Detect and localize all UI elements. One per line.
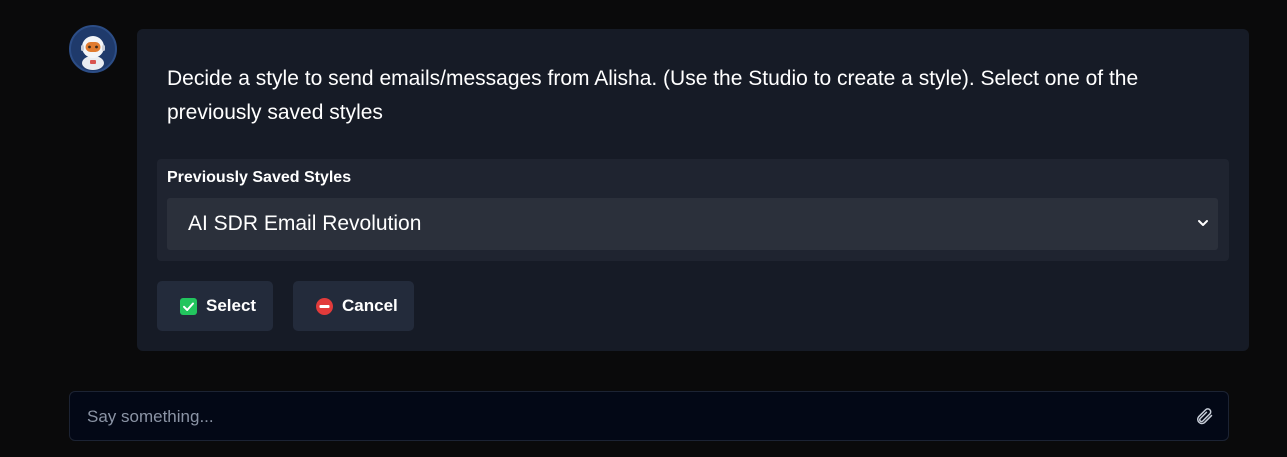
- message-input[interactable]: [85, 404, 1169, 430]
- saved-styles-panel: Previously Saved Styles AI SDR Email Rev…: [157, 159, 1229, 261]
- cancel-button[interactable]: Cancel: [293, 281, 414, 331]
- assistant-message-card: Decide a style to send emails/messages f…: [137, 29, 1249, 351]
- message-composer: [69, 391, 1229, 441]
- assistant-message-text: Decide a style to send emails/messages f…: [167, 67, 1139, 124]
- no-entry-icon: [316, 298, 333, 315]
- check-square-icon: [180, 298, 197, 315]
- select-button-label: Select: [206, 296, 257, 315]
- saved-styles-selected-value: AI SDR Email Revolution: [188, 212, 422, 235]
- saved-styles-dropdown[interactable]: AI SDR Email Revolution: [167, 198, 1218, 250]
- select-button[interactable]: Select: [157, 281, 273, 331]
- cancel-button-label: Cancel: [342, 296, 398, 315]
- paperclip-icon[interactable]: [1194, 406, 1214, 426]
- saved-styles-label: Previously Saved Styles: [167, 169, 352, 186]
- chevron-down-icon: [1198, 220, 1208, 226]
- astronaut-icon: [71, 27, 115, 71]
- assistant-avatar: [69, 25, 117, 73]
